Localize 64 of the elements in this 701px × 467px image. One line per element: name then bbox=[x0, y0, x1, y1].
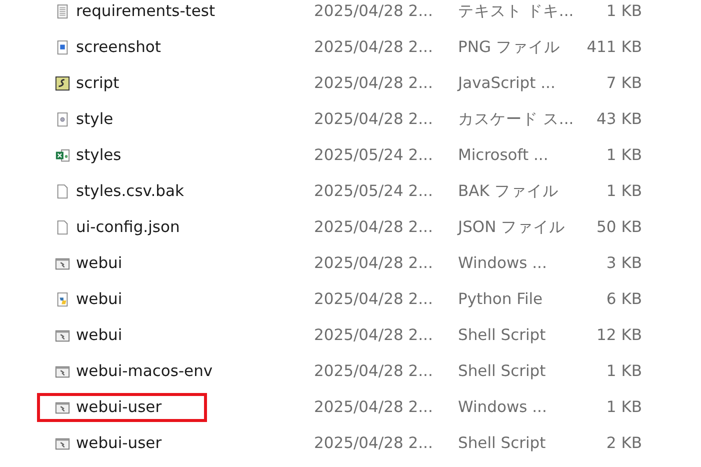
date-modified: 2025/04/28 2... bbox=[314, 398, 434, 416]
file-size: 2 KB bbox=[605, 434, 642, 452]
date-modified: 2025/04/28 2... bbox=[314, 38, 434, 56]
file-type: Shell Script bbox=[458, 362, 547, 380]
date-modified: 2025/04/28 2... bbox=[314, 218, 434, 236]
script-file-icon bbox=[55, 76, 70, 90]
file-type: PNG ファイル bbox=[458, 36, 561, 58]
date-modified: 2025/04/28 2... bbox=[314, 362, 434, 380]
terminal-window-icon bbox=[55, 364, 70, 378]
blank-file-icon bbox=[55, 184, 70, 198]
file-size: 1 KB bbox=[605, 362, 642, 380]
blank-file-icon bbox=[55, 220, 70, 234]
file-type: カスケード ス... bbox=[458, 108, 575, 130]
file-name[interactable]: script bbox=[76, 74, 120, 92]
file-size: 6 KB bbox=[605, 290, 642, 308]
date-modified: 2025/04/28 2... bbox=[314, 74, 434, 92]
date-modified: 2025/04/28 2... bbox=[314, 290, 434, 308]
file-name[interactable]: webui-user bbox=[76, 398, 162, 416]
file-name[interactable]: webui-macos-env bbox=[76, 362, 213, 380]
terminal-window-icon bbox=[55, 328, 70, 342]
file-name[interactable]: webui bbox=[76, 254, 122, 272]
date-modified: 2025/04/28 2... bbox=[314, 326, 434, 344]
file-name[interactable]: webui bbox=[76, 326, 122, 344]
file-type: JSON ファイル bbox=[458, 216, 566, 238]
file-name[interactable]: styles bbox=[76, 146, 122, 164]
spreadsheet-icon bbox=[55, 148, 70, 162]
date-modified: 2025/04/28 2... bbox=[314, 254, 434, 272]
file-type: Shell Script bbox=[458, 434, 547, 452]
file-type: JavaScript ... bbox=[458, 74, 556, 92]
text-document-icon bbox=[55, 4, 70, 18]
python-file-icon bbox=[55, 292, 70, 306]
date-modified: 2025/04/28 2... bbox=[314, 110, 434, 128]
file-type: BAK ファイル bbox=[458, 180, 560, 202]
terminal-window-icon bbox=[55, 400, 70, 414]
file-type: Windows ... bbox=[458, 254, 548, 272]
file-size: 1 KB bbox=[605, 2, 642, 20]
terminal-window-icon bbox=[55, 256, 70, 270]
file-name[interactable]: styles.csv.bak bbox=[76, 182, 184, 200]
file-type: Shell Script bbox=[458, 326, 547, 344]
file-size: 12 KB bbox=[596, 326, 642, 344]
file-name[interactable]: webui bbox=[76, 290, 122, 308]
file-size: 1 KB bbox=[605, 398, 642, 416]
file-name[interactable]: screenshot bbox=[76, 38, 161, 56]
file-size: 1 KB bbox=[605, 146, 642, 164]
file-type: Python File bbox=[458, 290, 544, 308]
file-name[interactable]: style bbox=[76, 110, 114, 128]
date-modified: 2025/04/28 2... bbox=[314, 434, 434, 452]
file-name[interactable]: ui-config.json bbox=[76, 218, 180, 236]
terminal-window-icon bbox=[55, 436, 70, 450]
date-modified: 2025/05/24 2... bbox=[314, 182, 434, 200]
file-name[interactable]: requirements-test bbox=[76, 2, 216, 20]
date-modified: 2025/05/24 2... bbox=[314, 146, 434, 164]
date-modified: 2025/04/28 2... bbox=[314, 2, 434, 20]
file-type: Microsoft ... bbox=[458, 146, 550, 164]
file-size: 7 KB bbox=[605, 74, 642, 92]
file-type: Windows ... bbox=[458, 398, 548, 416]
file-size: 411 KB bbox=[586, 38, 642, 56]
file-size: 3 KB bbox=[605, 254, 642, 272]
file-size: 50 KB bbox=[596, 218, 642, 236]
file-size: 1 KB bbox=[605, 182, 642, 200]
image-file-icon bbox=[55, 40, 70, 54]
file-name[interactable]: webui-user bbox=[76, 434, 162, 452]
file-size: 43 KB bbox=[596, 110, 642, 128]
file-type: テキスト ドキ... bbox=[458, 0, 575, 22]
